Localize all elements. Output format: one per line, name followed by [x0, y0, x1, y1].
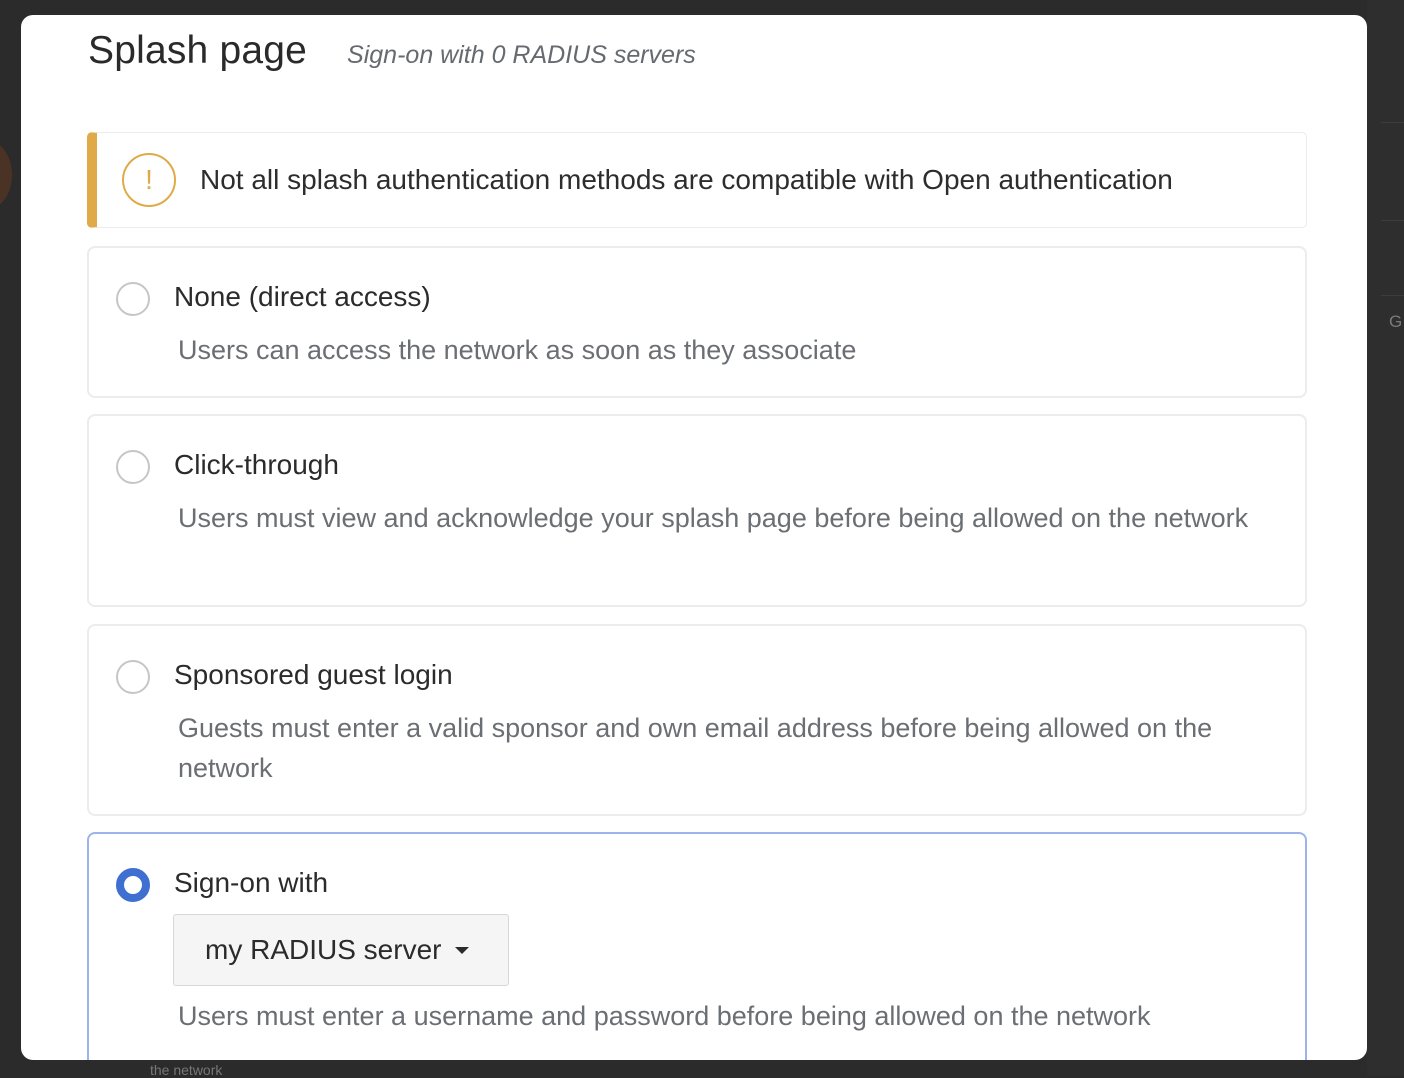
- exclamation-circle-icon: !: [122, 153, 176, 207]
- option-description: Users must enter a username and password…: [178, 1001, 1151, 1031]
- option-click-through[interactable]: Click-through Users must view and acknow…: [87, 414, 1307, 607]
- background-divider: [1381, 220, 1404, 221]
- splash-page-modal: Splash page Sign-on with 0 RADIUS server…: [21, 15, 1367, 1060]
- option-sponsored-guest-login[interactable]: Sponsored guest login Guests must enter …: [87, 624, 1307, 816]
- warning-banner: ! Not all splash authentication methods …: [87, 132, 1307, 228]
- option-title: Sponsored guest login: [174, 659, 453, 690]
- option-description: Users must view and acknowledge your spl…: [178, 503, 1249, 533]
- background-divider: [1381, 122, 1404, 123]
- caret-down-icon: [455, 946, 470, 954]
- option-title: None (direct access): [174, 281, 431, 312]
- background-avatar: [0, 140, 12, 210]
- option-title: Sign-on with: [174, 867, 329, 898]
- option-description: Guests must enter a valid sponsor and ow…: [178, 713, 1213, 783]
- radio-sponsored-guest-login[interactable]: [116, 660, 150, 694]
- radius-server-dropdown[interactable]: my RADIUS server: [173, 914, 509, 986]
- warning-text: Not all splash authentication methods ar…: [200, 164, 1173, 195]
- modal-header: Splash page Sign-on with 0 RADIUS server…: [88, 29, 696, 73]
- dropdown-selected-value: my RADIUS server: [205, 934, 442, 965]
- option-sign-on-with[interactable]: Sign-on with my RADIUS server Users must…: [87, 832, 1307, 1060]
- background-page-edge: G: [1367, 0, 1404, 1076]
- option-title: Click-through: [174, 449, 339, 480]
- background-divider: [1381, 295, 1404, 296]
- page-title: Splash page: [88, 29, 308, 72]
- option-description: Users can access the network as soon as …: [178, 335, 857, 365]
- radio-none-direct-access[interactable]: [116, 282, 150, 316]
- radio-sign-on-with[interactable]: [116, 868, 150, 902]
- radio-click-through[interactable]: [116, 450, 150, 484]
- background-edge-text: G: [1389, 312, 1403, 331]
- page-subtitle: Sign-on with 0 RADIUS servers: [347, 41, 696, 69]
- option-none-direct-access[interactable]: None (direct access) Users can access th…: [87, 246, 1307, 398]
